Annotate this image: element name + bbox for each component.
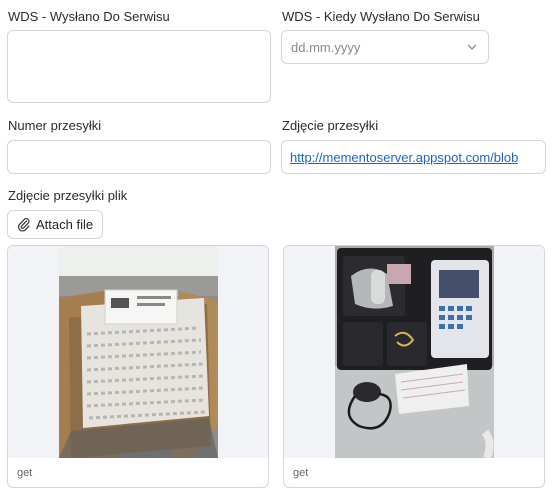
wds-label: WDS - Wysłano Do Serwisu: [8, 9, 170, 24]
tracking-number-label: Numer przesyłki: [8, 118, 102, 133]
date-placeholder: dd.mm.yyyy: [291, 39, 361, 55]
attachment-caption: get: [17, 467, 33, 479]
shipment-photo-url-field[interactable]: http://mementoserver.appspot.com/blob: [281, 140, 546, 174]
attach-file-label: Attach file: [36, 217, 94, 232]
attachment-card[interactable]: get: [7, 245, 269, 488]
attach-file-button[interactable]: Attach file: [7, 210, 103, 239]
shipment-photo-link[interactable]: http://mementoserver.appspot.com/blob: [290, 150, 518, 165]
wds-textarea[interactable]: [7, 30, 271, 103]
paperclip-icon: [17, 218, 30, 232]
attachment-thumbnail: [335, 246, 494, 458]
attachment-caption: get: [293, 467, 309, 479]
shipment-photo-file-label: Zdjęcie przesyłki plik: [8, 188, 128, 203]
shipment-photo-label: Zdjęcie przesyłki: [282, 118, 379, 133]
chevron-down-icon: [467, 44, 477, 50]
wds-date-label: WDS - Kiedy Wysłano Do Serwisu: [282, 9, 480, 24]
tracking-number-input[interactable]: [7, 140, 271, 174]
attachment-thumbnail: [59, 246, 218, 458]
attachment-card[interactable]: get: [283, 245, 545, 488]
wds-date-picker[interactable]: dd.mm.yyyy: [281, 30, 489, 64]
